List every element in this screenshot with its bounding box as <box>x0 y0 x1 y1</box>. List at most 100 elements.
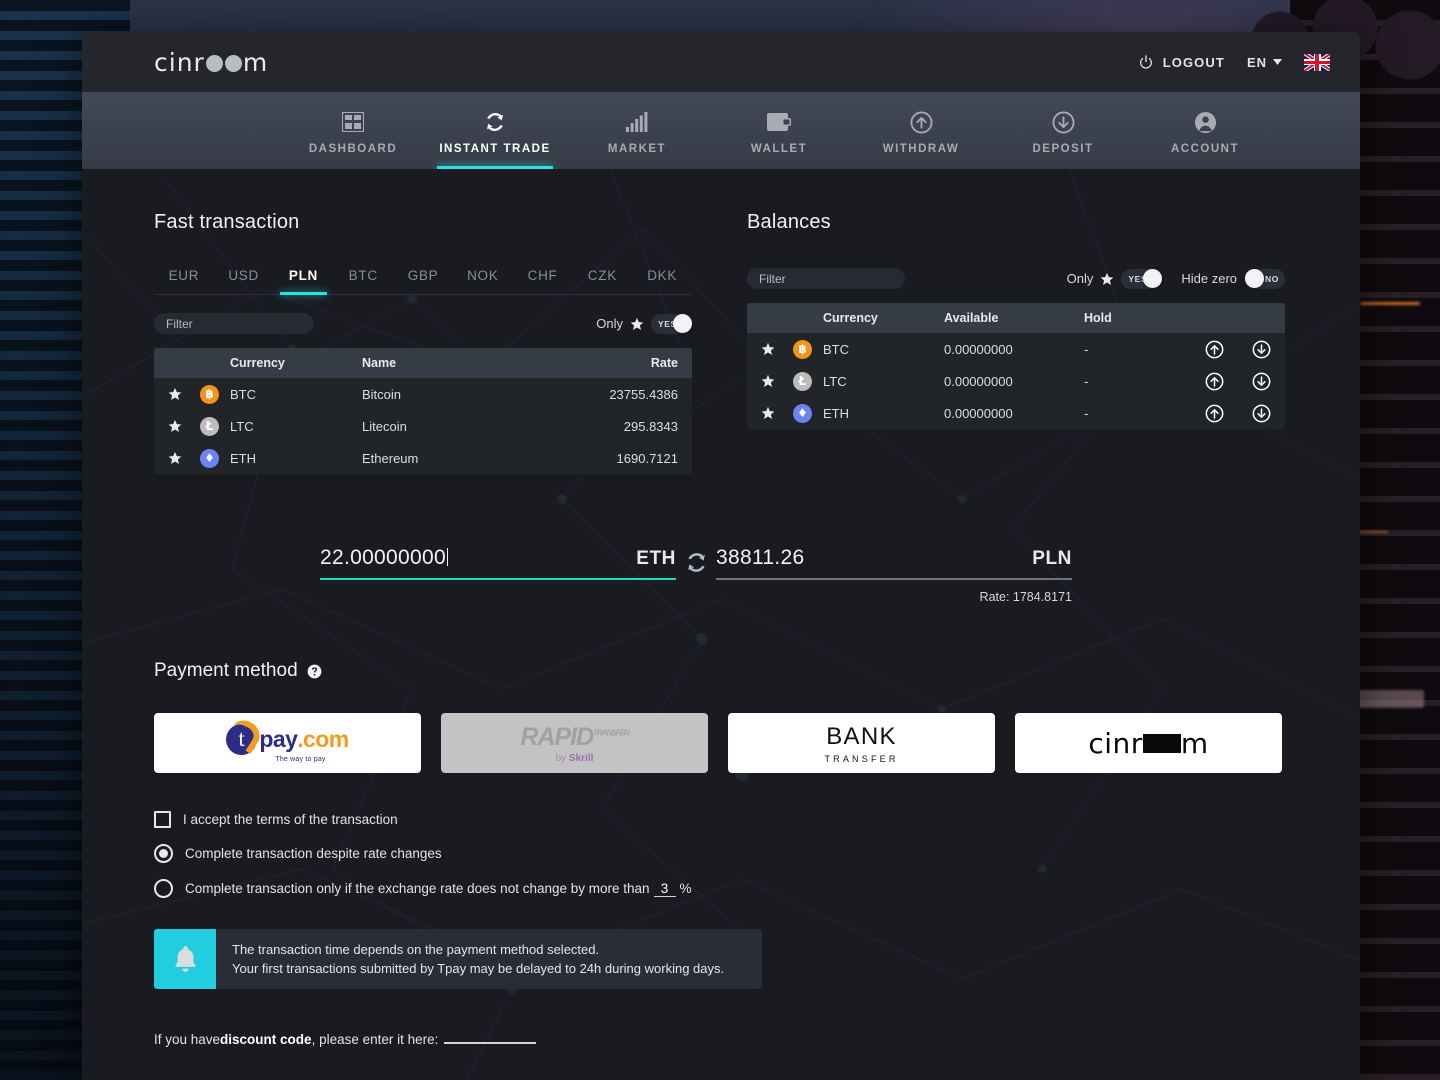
top-bar: c inr m LOGOUT EN <box>82 32 1360 92</box>
swap-icon <box>687 553 705 572</box>
user-icon <box>1194 110 1217 134</box>
exchange-from-value[interactable]: 22.00000000 <box>320 546 636 570</box>
balances-panel: Balances Only YES <box>747 211 1285 474</box>
withdraw-arrow-down-icon[interactable] <box>1252 372 1271 391</box>
exchange-to-value[interactable]: 38811.26 <box>716 546 1032 570</box>
rate-tolerance-input[interactable]: 3 <box>653 881 676 897</box>
balance-star-eth[interactable] <box>761 406 793 420</box>
tpay-circle-icon: t <box>226 723 258 755</box>
payment-method-coinroom[interactable]: c inr m <box>1015 713 1282 773</box>
hide-zero-switch[interactable]: NO <box>1244 268 1285 289</box>
only-starred-toggle-group: Only YES <box>596 313 692 334</box>
currency-tab-pln[interactable]: PLN <box>274 268 334 295</box>
payment-method-tpay[interactable]: t pay .com The way to pay <box>154 713 421 773</box>
swap-currencies-button[interactable] <box>676 550 716 575</box>
balances-header-currency: Currency <box>823 311 878 325</box>
row-currency-eth: ETH <box>230 450 256 466</box>
nav-item-account[interactable]: ACCOUNT <box>1134 92 1276 169</box>
complete-despite-rate-label: Complete transaction despite rate change… <box>185 846 442 861</box>
table-row[interactable]: ฿ BTC 0.00000000 - <box>747 333 1285 365</box>
currency-tab-eur[interactable]: EUR <box>154 268 214 294</box>
deposit-arrow-up-icon[interactable] <box>1205 404 1224 423</box>
fast-transaction-filter-input[interactable] <box>154 313 314 334</box>
currency-tab-czk[interactable]: CZK <box>572 268 632 294</box>
currency-tab-chf[interactable]: CHF <box>513 268 573 294</box>
only-starred-label: Only <box>596 316 623 331</box>
complete-despite-rate-option[interactable]: Complete transaction despite rate change… <box>154 844 1288 863</box>
payment-method-rapid-transfer[interactable]: RAPIDTRANSFER by Skrill <box>441 713 708 773</box>
exchange-to-field[interactable]: 38811.26 PLN Rate: 1784.8171 <box>716 546 1072 604</box>
balances-only-starred-switch[interactable]: YES <box>1121 268 1163 289</box>
complete-if-rate-stable-option[interactable]: Complete transaction only if the exchang… <box>154 879 1288 898</box>
currency-tab-btc[interactable]: BTC <box>333 268 393 294</box>
bank-label: BANK <box>826 722 897 750</box>
table-row[interactable]: Ł LTC Litecoin 295.8343 <box>154 410 692 442</box>
balance-actions-ltc <box>1161 372 1271 391</box>
balances-header-hold: Hold <box>1084 311 1112 325</box>
nav-item-market[interactable]: MARKET <box>566 92 708 169</box>
logout-button[interactable]: LOGOUT <box>1138 54 1225 70</box>
accept-terms-checkbox[interactable] <box>154 811 171 828</box>
table-row[interactable]: ♦ ETH Ethereum 1690.7121 <box>154 442 692 474</box>
brand-logo-dot-left <box>205 54 223 72</box>
ethereum-icon: ♦ <box>200 448 219 468</box>
rapid-label: RAPID <box>520 722 594 751</box>
complete-despite-rate-radio[interactable] <box>154 844 173 863</box>
payment-method-bank-transfer[interactable]: BANK TRANSFER <box>728 713 995 773</box>
nav-item-instant-trade[interactable]: INSTANT TRADE <box>424 92 566 169</box>
exchange-row: 22.00000000 ETH 38811.26 PLN Rate: 1784.… <box>154 546 1288 604</box>
only-starred-switch[interactable]: YES <box>651 313 692 334</box>
balance-currency-eth: ETH <box>823 405 849 421</box>
row-star-eth[interactable] <box>168 451 200 465</box>
currency-tab-dkk[interactable]: DKK <box>632 268 692 294</box>
balances-only-starred-label: Only <box>1066 271 1094 286</box>
notice-text: The transaction time depends on the paym… <box>216 929 740 989</box>
payment-method-title: Payment method <box>154 660 298 681</box>
coinroom-logo-text-3: m <box>1180 726 1209 760</box>
currency-tab-gbp[interactable]: GBP <box>393 268 453 294</box>
nav-item-wallet[interactable]: WALLET <box>708 92 850 169</box>
table-row[interactable]: ♦ ETH 0.00000000 - <box>747 397 1285 429</box>
complete-if-rate-stable-radio[interactable] <box>154 879 173 898</box>
withdraw-arrow-down-icon[interactable] <box>1252 340 1271 359</box>
nav-item-withdraw[interactable]: WITHDRAW <box>850 92 992 169</box>
balance-available-btc: 0.00000000 <box>944 341 1013 357</box>
deposit-arrow-up-icon[interactable] <box>1205 340 1224 359</box>
accept-terms-option[interactable]: I accept the terms of the transaction <box>154 811 1288 828</box>
star-icon <box>761 406 775 419</box>
deposit-arrow-up-icon[interactable] <box>1205 372 1224 391</box>
balances-filter-input[interactable] <box>747 268 905 289</box>
uk-flag-icon[interactable] <box>1304 53 1330 71</box>
row-coin-ltc: Ł <box>200 416 230 436</box>
balances-title: Balances <box>747 211 831 233</box>
question-mark-icon[interactable] <box>307 664 322 679</box>
nav-label-withdraw: WITHDRAW <box>882 143 960 155</box>
balance-star-ltc[interactable] <box>761 374 793 388</box>
bar-chart-icon <box>626 110 648 134</box>
exchange-from-field[interactable]: 22.00000000 ETH <box>320 546 676 580</box>
tpay-label-com: .com <box>297 725 349 752</box>
nav-item-deposit[interactable]: DEPOSIT <box>992 92 1134 169</box>
nav-label-dashboard: DASHBOARD <box>308 143 398 155</box>
table-row[interactable]: Ł LTC 0.00000000 - <box>747 365 1285 397</box>
row-star-btc[interactable] <box>168 387 200 401</box>
discount-code-input[interactable] <box>444 1028 537 1044</box>
currency-tab-nok[interactable]: NOK <box>453 268 513 294</box>
nav-item-dashboard[interactable]: DASHBOARD <box>282 92 424 169</box>
table-row[interactable]: ฿ BTC Bitcoin 23755.4386 <box>154 378 692 410</box>
balance-star-btc[interactable] <box>761 342 793 356</box>
currency-tab-usd[interactable]: USD <box>214 268 274 294</box>
language-selector[interactable]: EN <box>1247 55 1282 70</box>
percent-sign: % <box>679 880 692 896</box>
row-star-ltc[interactable] <box>168 419 200 433</box>
bank-transfer-logo: BANK TRANSFER <box>824 723 898 764</box>
brand-logo[interactable]: c inr m <box>154 48 268 77</box>
withdraw-arrow-down-icon[interactable] <box>1252 404 1271 423</box>
coinroom-logo-text-2: inr <box>1104 726 1143 760</box>
balance-hold-eth: - <box>1084 405 1089 421</box>
exchange-from-underline <box>320 578 676 580</box>
balance-hold-btc: - <box>1084 341 1089 357</box>
brand-logo-text-2: inr <box>168 47 205 77</box>
balance-hold-ltc: - <box>1084 373 1089 389</box>
rates-table: Currency Name Rate ฿ BTC Bitcoin 23755.4… <box>154 348 692 474</box>
